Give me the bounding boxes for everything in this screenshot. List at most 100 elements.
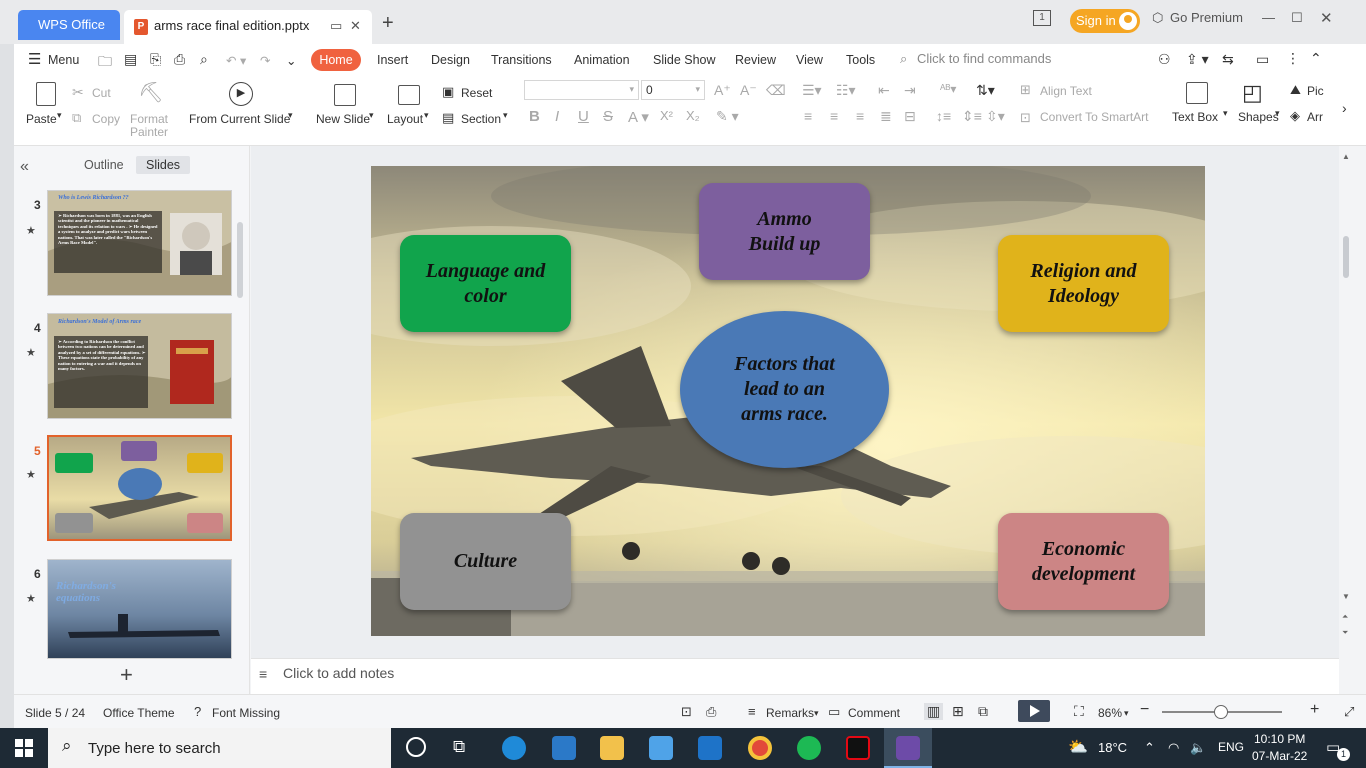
fit-window-icon[interactable]: ⛶ [1074,703,1084,720]
share-icon[interactable]: ⇪ ▾ [1186,51,1209,68]
tab-review[interactable]: Review [735,53,776,67]
copy-button[interactable]: Copy [92,112,120,126]
customize-toolbar-icon[interactable]: ⌄ [286,53,296,68]
input-language[interactable]: ENG [1218,740,1244,754]
justify-icon[interactable]: ≣ [880,108,892,125]
reset-button[interactable]: Reset [461,86,492,100]
spotify-icon[interactable] [797,736,821,760]
strikethrough-icon[interactable]: S [603,108,613,125]
taskbar-search-input[interactable]: Type here to search [88,740,221,757]
slide-5[interactable]: Language and color Ammo Build up Religio… [371,166,1205,636]
increase-indent-icon[interactable]: ⇥ [904,82,916,99]
system-clock[interactable]: 10:10 PM 07-Mar-22 [1252,731,1307,765]
section-button[interactable]: Section [461,112,501,126]
new-slide-button[interactable]: New Slide [316,112,370,126]
new-slide-icon[interactable] [334,84,356,106]
vscode-icon[interactable] [552,736,576,760]
paragraph-spacing-icon[interactable]: ⇕≡ [962,108,982,125]
go-premium-link[interactable]: Go Premium [1170,10,1243,25]
align-text-button[interactable]: Align Text [1040,84,1092,98]
wps-taskbar-button[interactable] [884,728,932,768]
temperature[interactable]: 18°C [1098,740,1127,755]
slideshow-play-button[interactable] [1018,700,1050,722]
tab-slides[interactable]: Slides [136,156,191,174]
from-current-slide-button[interactable]: From Current Slide [189,112,290,126]
format-painter-label-2[interactable]: Painter [130,125,168,139]
undo-icon[interactable]: ↶ ▾ [226,53,246,68]
font-color-icon[interactable]: A ▾ [628,108,649,126]
network-icon[interactable]: ◠ [1168,740,1179,756]
minimize-icon[interactable]: — [1262,10,1275,25]
comment-icon[interactable]: ▭ [1256,51,1269,68]
close-window-icon[interactable]: ✕ [1320,9,1333,27]
scroll-down-icon[interactable]: ▼ [1342,592,1350,601]
paste-button[interactable]: Paste [26,112,57,126]
sign-in-button[interactable]: Sign in [1070,9,1140,33]
arrange-button[interactable]: Arr [1307,110,1323,124]
slide-sorter-icon[interactable]: ⊞ [952,703,964,720]
canvas-scrollbar[interactable]: ▲ ▼ ⏶ ⏷ [1339,146,1353,658]
factor-religion-and-ideology[interactable]: Religion and Ideology [998,235,1169,332]
close-tab-icon[interactable]: ✕ [350,18,361,34]
shapes-dropdown-icon[interactable]: ▾ [1275,108,1280,119]
play-from-current-icon[interactable]: ▶ [229,82,253,106]
underline-icon[interactable]: U [578,108,589,125]
font-missing-button[interactable]: Font Missing [212,706,280,720]
more-icon[interactable]: ⋮ [1286,50,1300,67]
line-spacing-icon[interactable]: ↕≡ [936,108,951,124]
from-current-dropdown-icon[interactable]: ▾ [288,110,293,121]
text-direction-icon[interactable]: ⇅▾ [976,82,995,99]
shapes-button[interactable]: Shapes [1238,110,1279,124]
cortana-icon[interactable] [406,737,426,757]
remarks-dropdown-icon[interactable]: ▾ [814,708,819,719]
zoom-in-icon[interactable]: + [1310,701,1319,719]
format-painter-label-1[interactable]: Format [130,112,168,126]
picture-button[interactable]: Pic [1307,84,1324,98]
text-box-icon[interactable] [1186,82,1208,104]
maximize-view-icon[interactable]: ⤢ [1344,704,1354,720]
superscript-icon[interactable]: X² [660,108,673,123]
font-name-select[interactable]: ▾ [524,80,639,100]
section-dropdown-icon[interactable]: ▾ [503,110,508,121]
panel-scrollbar[interactable] [237,222,243,298]
tab-window-icon[interactable]: ▭ [330,18,342,34]
tray-expand-icon[interactable]: ⌃ [1144,740,1155,756]
bullets-icon[interactable]: ☰▾ [802,82,822,99]
tab-slide-show[interactable]: Slide Show [653,53,716,67]
tab-view[interactable]: View [796,53,823,67]
edge-browser-icon[interactable] [502,736,526,760]
scroll-up-icon[interactable]: ▲ [1342,152,1350,161]
add-slide-icon[interactable]: + [120,662,133,688]
factor-ammo-build-up[interactable]: Ammo Build up [699,183,870,280]
print-preview-icon[interactable]: ⌕ [200,51,208,68]
window-layout-icon[interactable]: 1 [1033,10,1051,26]
tab-insert[interactable]: Insert [377,53,408,67]
tab-transitions[interactable]: Transitions [491,53,552,67]
print-icon[interactable]: ⎙ [174,51,185,68]
wps-office-tab[interactable]: WPS Office [18,10,120,40]
subscript-icon[interactable]: X₂ [686,108,700,123]
columns-icon[interactable]: ⇳▾ [986,108,1005,125]
notes-pane[interactable]: ≡ Click to add notes [251,658,1339,694]
tab-outline[interactable]: Outline [84,158,124,172]
find-commands-input[interactable]: Click to find commands [917,51,1051,66]
zoom-dropdown-icon[interactable]: ▾ [1124,708,1129,719]
collapse-ribbon-icon[interactable]: ⌃ [1310,50,1322,67]
ribbon-scroll-right-icon[interactable]: › [1342,100,1347,116]
task-view-icon[interactable]: ⧉ [453,737,465,757]
reading-view-icon[interactable]: ⧉ [978,703,988,720]
decrease-indent-icon[interactable]: ⇤ [878,82,890,99]
netflix-icon[interactable] [846,736,870,760]
history-icon[interactable]: ⇆ [1222,51,1234,68]
highlight-icon[interactable]: ✎ ▾ [716,108,739,125]
align-left-icon[interactable]: ≡ [804,108,812,124]
italic-icon[interactable]: I [555,108,559,125]
increase-font-icon[interactable]: A⁺ [714,82,731,99]
notes-placeholder[interactable]: Click to add notes [283,665,394,681]
menu-button[interactable]: Menu [48,53,79,67]
windows-start-icon[interactable] [15,739,33,757]
cloud-sync-icon[interactable]: ⎙ [706,704,716,720]
canvas-scroll-thumb[interactable] [1343,236,1349,278]
slide-thumbnail-6[interactable]: Richardson's equations [47,559,232,659]
zoom-level[interactable]: 86% [1098,706,1122,720]
